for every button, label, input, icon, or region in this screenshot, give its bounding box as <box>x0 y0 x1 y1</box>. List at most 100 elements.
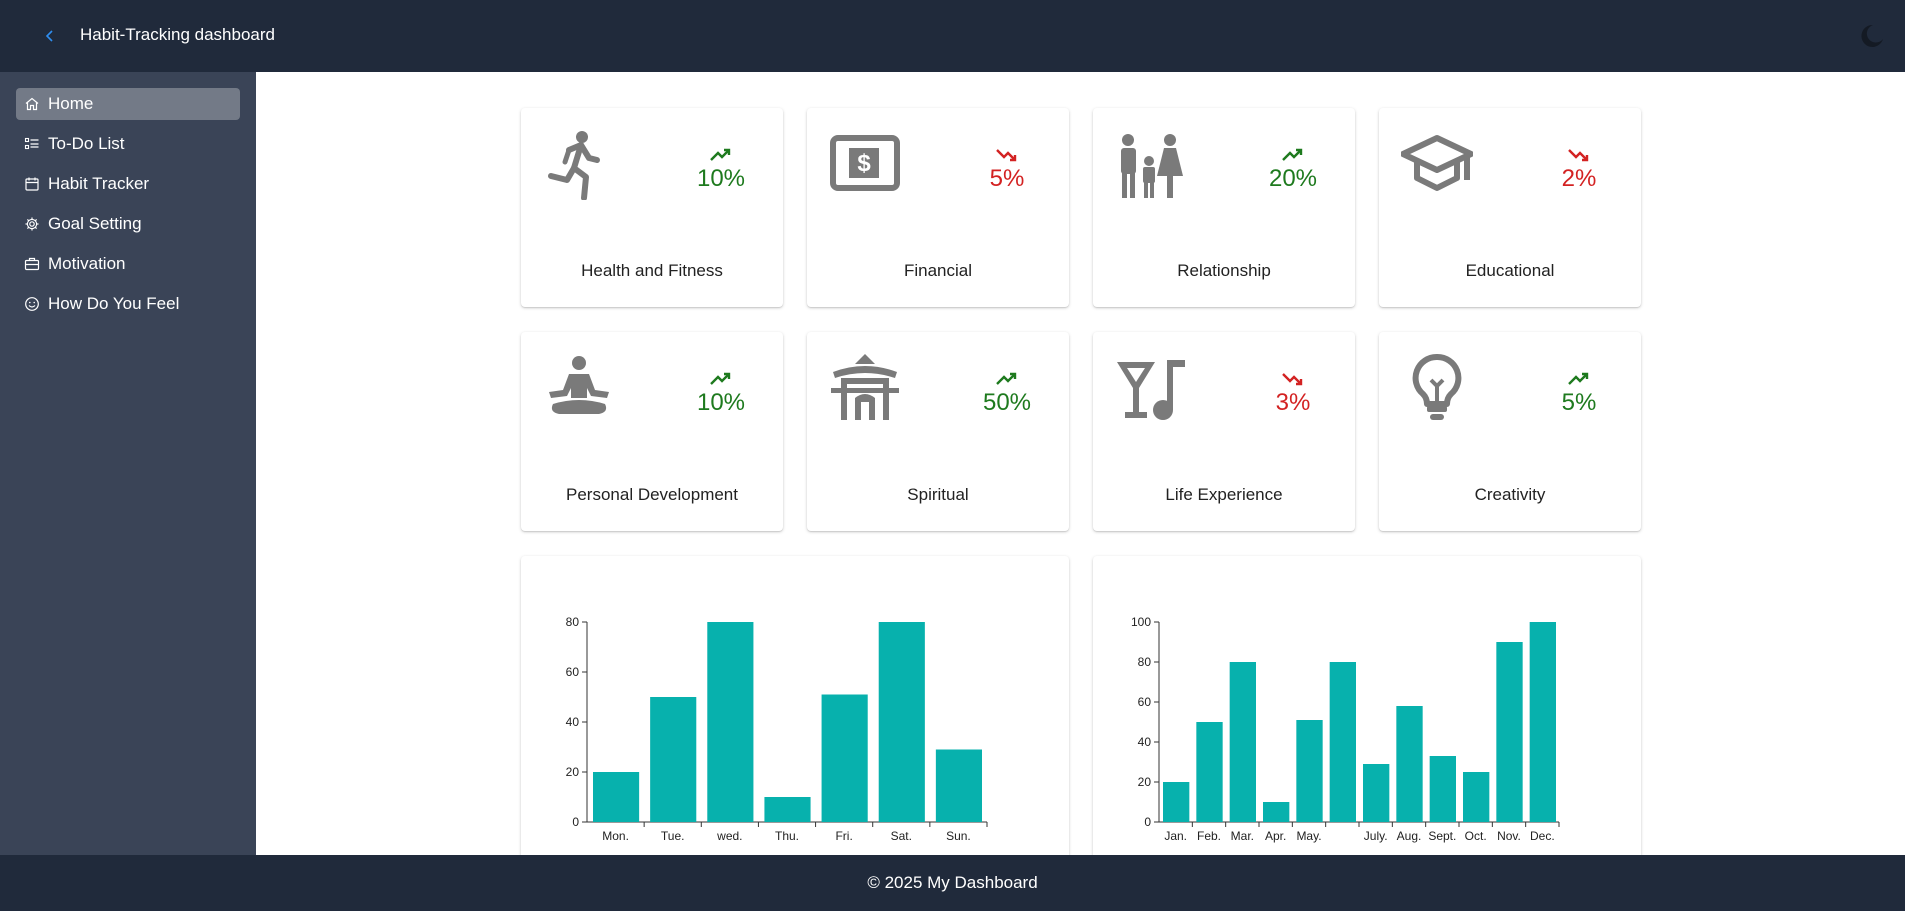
category-label: Health and Fitness <box>581 261 723 280</box>
bar[interactable] <box>1329 662 1356 822</box>
trending-down-icon <box>1568 149 1589 162</box>
category-label: Spiritual <box>907 485 969 504</box>
trend-percent: 10% <box>696 389 746 416</box>
bar[interactable] <box>1196 722 1223 822</box>
trend-percent: 50% <box>982 389 1032 416</box>
trend-percent: 20% <box>1268 165 1318 192</box>
trend-indicator: 50% <box>977 370 1037 417</box>
x-tick-label: Apr. <box>1265 829 1286 843</box>
y-tick-label: 0 <box>572 815 579 829</box>
sidebar-item-habit-tracker[interactable]: Habit Tracker <box>16 168 240 200</box>
category-label: Life Experience <box>1165 485 1283 504</box>
x-tick-label: Sat. <box>891 829 912 843</box>
bar[interactable] <box>1296 720 1323 822</box>
x-tick-label: Fri. <box>835 829 852 843</box>
y-tick-label: 40 <box>566 715 580 729</box>
x-tick-label: Jan. <box>1164 829 1187 843</box>
collapse-sidebar-button[interactable] <box>38 24 62 48</box>
weekly-bar-chart: 0 20 40 60 80 Mon. Tue. wed. Thu. Fri. Sat. Sun. <box>566 615 988 843</box>
moon-icon <box>1861 24 1883 47</box>
category-label: Financial <box>903 261 973 280</box>
category-card-relationship[interactable]: 20% Relationship <box>1093 108 1355 307</box>
app-title: Habit-Tracking dashboard <box>80 25 275 44</box>
sidebar-item-home[interactable]: Home <box>16 88 240 120</box>
trending-up-icon <box>996 372 1017 385</box>
x-tick-label: Oct. <box>1465 829 1487 843</box>
trend-indicator: 3% <box>1263 370 1323 417</box>
x-tick-label: wed. <box>716 829 742 843</box>
bar[interactable] <box>593 772 640 822</box>
trend-indicator: 5% <box>977 146 1037 193</box>
monthly-bar-chart: 0 20 40 60 80 100 Jan. Feb. Mar. Apr. May. July. Aug… <box>1131 615 1560 843</box>
bar[interactable] <box>707 622 754 822</box>
temple-icon <box>831 354 899 420</box>
x-tick-label: Nov. <box>1497 829 1521 843</box>
y-tick-label: 20 <box>1138 775 1152 789</box>
category-card-personal-development[interactable]: 10% Personal Development <box>521 332 783 531</box>
bar[interactable] <box>1263 802 1290 822</box>
bar[interactable] <box>1396 706 1423 822</box>
trend-percent: 5% <box>1561 389 1597 416</box>
category-card-health-fitness[interactable]: 10% Health and Fitness <box>521 108 783 307</box>
y-tick-label: 20 <box>566 765 580 779</box>
y-tick-label: 100 <box>1131 615 1151 629</box>
sidebar-item-motivation[interactable]: Motivation <box>16 248 240 280</box>
top-app-bar: Habit-Tracking dashboard <box>0 0 1905 72</box>
y-tick-label: 0 <box>1144 815 1151 829</box>
bar[interactable] <box>1229 662 1256 822</box>
nightlife-icon <box>1117 360 1185 420</box>
bar[interactable] <box>650 697 697 822</box>
sidebar-item-how-do-you-feel[interactable]: How Do You Feel <box>16 288 240 320</box>
trend-indicator: 5% <box>1549 370 1609 417</box>
category-label: Personal Development <box>566 485 738 504</box>
category-label: Relationship <box>1177 261 1271 280</box>
trending-down-icon <box>1282 373 1303 386</box>
sidebar-item-goal-setting[interactable]: Goal Setting <box>16 208 240 240</box>
x-tick-label: May. <box>1296 829 1321 843</box>
meditation-icon <box>549 356 609 414</box>
gear-icon <box>25 217 39 231</box>
bar[interactable] <box>1429 756 1456 822</box>
sidebar-item-label: To-Do List <box>48 134 125 153</box>
trend-indicator: 10% <box>691 370 751 417</box>
x-tick-label: Thu. <box>775 829 799 843</box>
sidebar-item-todo[interactable]: To-Do List <box>16 128 240 160</box>
bar[interactable] <box>821 694 868 823</box>
sidebar-item-label: Home <box>48 94 94 113</box>
trend-indicator: 10% <box>691 146 751 193</box>
trending-down-icon <box>996 149 1017 162</box>
y-tick-label: 80 <box>566 615 580 629</box>
x-tick-label: July. <box>1364 829 1388 843</box>
footer-copyright: © 2025 My Dashboard <box>867 873 1038 892</box>
running-person-icon <box>548 131 600 200</box>
bar[interactable] <box>935 749 982 823</box>
category-card-creativity[interactable]: 5% Creativity <box>1379 332 1641 531</box>
category-label: Educational <box>1465 261 1555 280</box>
bar[interactable] <box>1363 764 1390 822</box>
sidebar-item-label: Motivation <box>48 254 126 273</box>
category-card-life-experience[interactable]: 3% Life Experience <box>1093 332 1355 531</box>
chevron-left-icon <box>45 30 53 42</box>
category-card-educational[interactable]: 2% Educational <box>1379 108 1641 307</box>
theme-toggle-button[interactable] <box>1854 20 1886 52</box>
monthly-bar-chart-card: 0 20 40 60 80 100 Jan. Feb. Mar. Apr. May. July. Aug… <box>1093 556 1641 876</box>
lightbulb-icon <box>1412 353 1462 420</box>
bar[interactable] <box>1496 642 1523 822</box>
category-label: Creativity <box>1474 485 1546 504</box>
bar[interactable] <box>1463 772 1490 822</box>
bar[interactable] <box>878 622 925 822</box>
bar[interactable] <box>764 797 811 822</box>
x-tick-label: Mar. <box>1231 829 1254 843</box>
weekly-bar-chart-card: 0 20 40 60 80 Mon. Tue. wed. Thu. Fri. Sat. Sun. <box>521 556 1069 876</box>
trend-indicator: 20% <box>1263 146 1323 193</box>
graduation-cap-icon <box>1401 135 1473 191</box>
x-tick-label: Dec. <box>1530 829 1555 843</box>
bar[interactable] <box>1529 622 1556 822</box>
x-tick-label: Feb. <box>1197 829 1221 843</box>
footer: © 2025 My Dashboard <box>0 855 1905 911</box>
x-tick-label: Mon. <box>602 829 629 843</box>
category-card-spiritual[interactable]: 50% Spiritual <box>807 332 1069 531</box>
trend-percent: 10% <box>696 165 746 192</box>
bar[interactable] <box>1163 782 1190 822</box>
category-card-financial[interactable]: $ 5% Financial <box>807 108 1069 307</box>
